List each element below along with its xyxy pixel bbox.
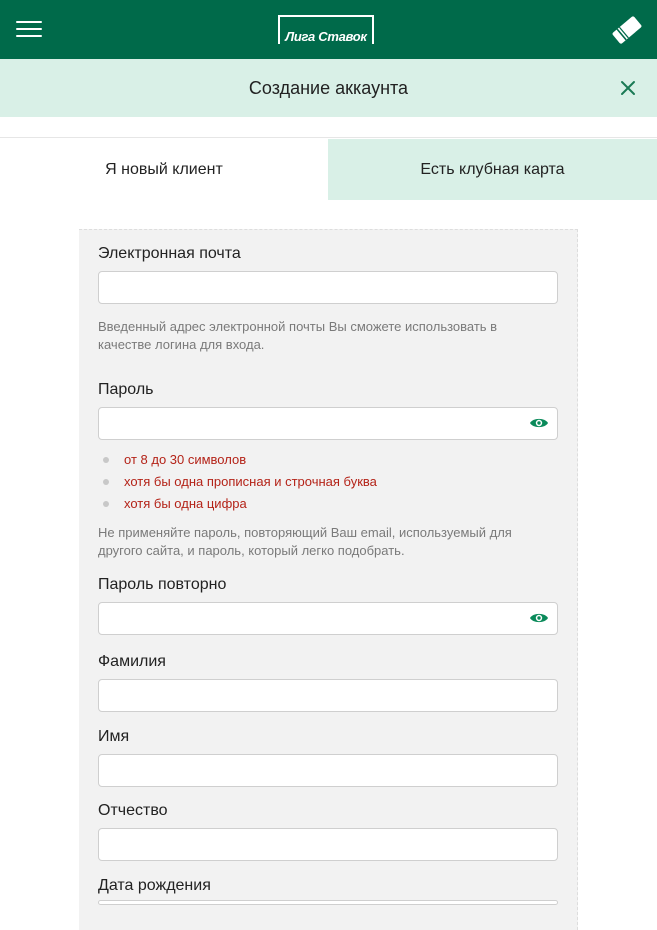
first-name-input[interactable] (98, 754, 558, 787)
tab-new-client[interactable]: Я новый клиент (0, 139, 328, 200)
password-label: Пароль (98, 381, 154, 398)
password-repeat-input[interactable] (98, 602, 558, 635)
password-repeat-label: Пароль повторно (98, 576, 227, 593)
eye-icon[interactable] (529, 611, 549, 625)
close-icon[interactable] (616, 76, 640, 100)
password-requirement: хотя бы одна цифра (103, 496, 247, 511)
bullet-icon (103, 456, 109, 463)
bullet-icon (103, 478, 109, 485)
last-name-input[interactable] (98, 679, 558, 712)
password-input[interactable] (98, 407, 558, 440)
middle-name-label: Отчество (98, 802, 168, 819)
divider (0, 137, 657, 138)
last-name-label: Фамилия (98, 653, 166, 670)
ticket-icon[interactable] (610, 14, 644, 46)
password-hint: Не применяйте пароль, повторяющий Ваш em… (98, 525, 512, 558)
page-header: Создание аккаунта (0, 59, 657, 117)
email-input[interactable] (98, 271, 558, 304)
email-hint: Введенный адрес электронной почты Вы смо… (98, 319, 498, 352)
tab-club-card[interactable]: Есть клубная карта (328, 139, 657, 200)
email-label: Электронная почта (98, 245, 241, 262)
bullet-icon (103, 500, 109, 507)
password-requirement: от 8 до 30 символов (103, 452, 246, 467)
password-requirement: хотя бы одна прописная и строчная буква (103, 474, 377, 489)
birth-date-input[interactable] (98, 900, 558, 905)
eye-icon[interactable] (529, 416, 549, 430)
hamburger-menu-icon[interactable] (16, 20, 42, 38)
page-title: Создание аккаунта (248, 78, 409, 98)
birth-date-label: Дата рождения (98, 877, 211, 894)
top-bar: Лига Ставок (0, 0, 657, 59)
first-name-label: Имя (98, 728, 130, 745)
logo[interactable]: Лига Ставок (280, 28, 372, 46)
middle-name-input[interactable] (98, 828, 558, 861)
